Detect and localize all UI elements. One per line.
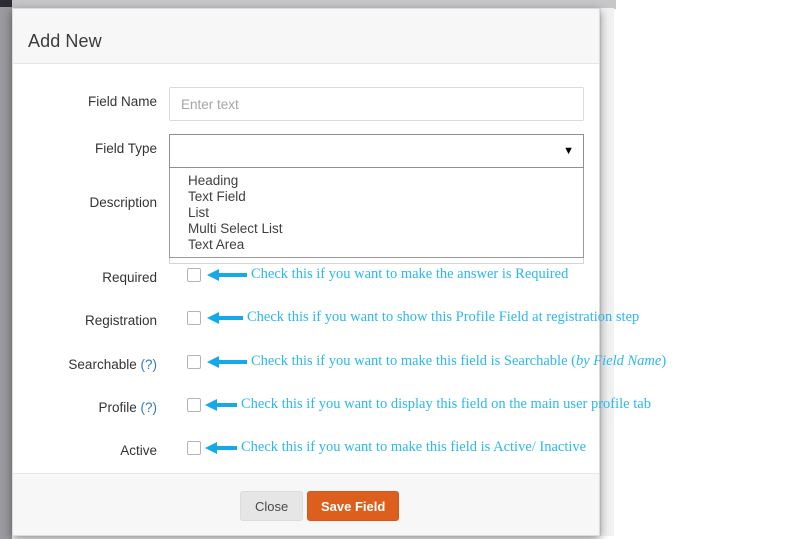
modal-scrollbar-track[interactable]	[600, 8, 614, 536]
close-button[interactable]: Close	[240, 491, 304, 521]
field-type-option[interactable]: Multi Select List	[170, 221, 583, 237]
modal-footer: Close Save Field	[13, 473, 599, 535]
field-name-label: Field Name	[87, 94, 157, 109]
modal-title: Add New	[28, 31, 102, 51]
field-type-option-list[interactable]: Heading Text Field List Multi Select Lis…	[169, 168, 584, 258]
modal-body: Field Name Field Type ▼ Heading Text Fie…	[13, 65, 666, 475]
field-name-input[interactable]	[169, 87, 584, 121]
required-annotation: Check this if you want to make the answe…	[251, 266, 569, 282]
profile-label: Profile (?)	[13, 400, 157, 415]
registration-annotation: Check this if you want to show this Prof…	[247, 309, 640, 325]
searchable-annotation-emphasis: by Field Name	[575, 353, 662, 369]
add-new-field-modal: Add New Field Name Field Type ▼ Heading …	[12, 8, 666, 536]
annotation-arrow-icon	[207, 356, 247, 368]
description-label: Description	[89, 195, 157, 210]
active-row: Active Check this if you want to make th…	[13, 436, 599, 464]
field-type-label: Field Type	[94, 141, 157, 156]
modal-header: Add New	[13, 9, 599, 64]
profile-help-icon[interactable]: (?)	[141, 400, 158, 415]
profile-row: Profile (?) Check this if you want to di…	[13, 393, 650, 421]
active-annotation: Check this if you want to make this fiel…	[241, 439, 587, 455]
registration-row: Registration Check this if you want to s…	[13, 306, 639, 334]
annotation-arrow-icon	[205, 442, 237, 454]
field-type-option[interactable]: Text Area	[170, 237, 583, 253]
field-name-row: Field Name	[13, 87, 599, 121]
searchable-checkbox[interactable]	[187, 355, 201, 369]
field-type-option[interactable]: List	[170, 205, 583, 221]
page-backdrop-left	[0, 0, 12, 539]
chevron-down-icon: ▼	[563, 145, 574, 157]
searchable-annotation: Check this if you want to make this fiel…	[251, 353, 666, 370]
searchable-annotation-tail: )	[661, 353, 667, 369]
required-label: Required	[102, 270, 157, 285]
registration-checkbox[interactable]	[187, 311, 201, 325]
field-type-select[interactable]: ▼	[169, 134, 584, 168]
searchable-annotation-main: Check this if you want to make this fiel…	[251, 353, 576, 369]
save-field-button[interactable]: Save Field	[307, 491, 400, 521]
required-row: Required Check this if you want to make …	[13, 263, 599, 291]
profile-checkbox[interactable]	[187, 398, 201, 412]
annotation-arrow-icon	[207, 312, 243, 324]
searchable-row: Searchable (?) Check this if you want to…	[13, 350, 666, 378]
registration-label: Registration	[84, 313, 157, 328]
field-type-option[interactable]: Heading	[170, 173, 583, 189]
searchable-help-icon[interactable]: (?)	[141, 357, 158, 372]
annotation-arrow-icon	[207, 269, 247, 281]
annotation-arrow-icon	[205, 399, 237, 411]
active-label: Active	[120, 443, 157, 458]
active-checkbox[interactable]	[187, 441, 201, 455]
required-checkbox[interactable]	[187, 268, 201, 282]
searchable-label: Searchable (?)	[13, 357, 157, 372]
profile-label-text: Profile	[98, 400, 137, 415]
profile-annotation: Check this if you want to display this f…	[241, 396, 651, 412]
field-type-option[interactable]: Text Field	[170, 189, 583, 205]
searchable-label-text: Searchable	[68, 357, 137, 372]
